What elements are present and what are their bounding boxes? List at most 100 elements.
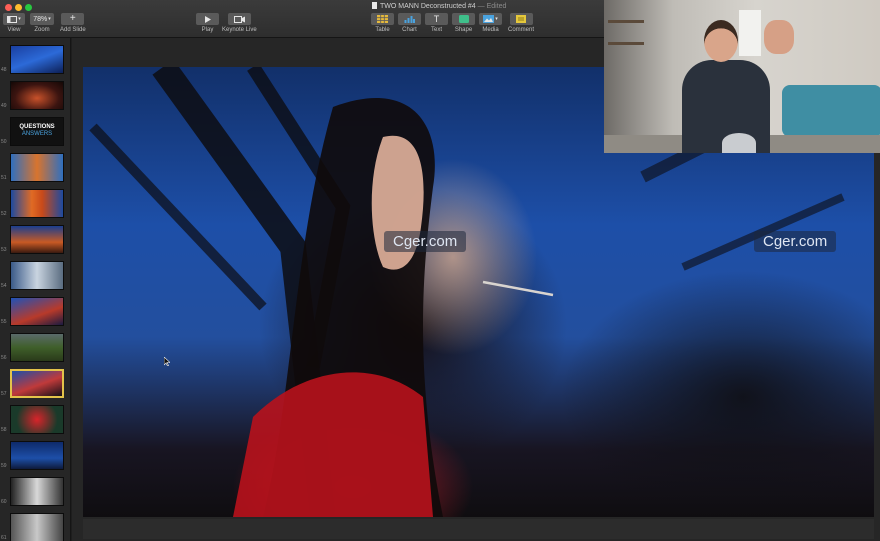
slide-image [10, 441, 64, 470]
document-icon [372, 2, 377, 9]
slide-image [10, 225, 64, 254]
microphone [722, 133, 756, 153]
media-button[interactable]: ▾ [479, 13, 502, 25]
view-control[interactable]: ▾ View [3, 13, 25, 33]
slide-image [10, 261, 64, 290]
shape-control[interactable]: Shape [452, 13, 475, 33]
chart-control[interactable]: Chart [398, 13, 421, 33]
chart-button[interactable] [398, 13, 421, 25]
slide-number: 48 [1, 67, 7, 73]
comment-button[interactable] [509, 13, 533, 25]
slide-image [10, 153, 64, 182]
keynote-live-label: Keynote Live [222, 27, 257, 33]
view-button[interactable]: ▾ [3, 13, 25, 25]
document-title-text: TWO MANN Deconstructed #4 [380, 3, 476, 10]
zoom-window-button[interactable] [25, 4, 32, 11]
shape-button[interactable] [452, 13, 475, 25]
slide-number: 58 [1, 427, 7, 433]
plus-icon: + [69, 13, 76, 24]
play-label: Play [201, 27, 214, 33]
add-slide-button[interactable]: + [61, 13, 85, 25]
slide-thumbnail-56[interactable]: 56 [0, 330, 70, 362]
slide-image [10, 297, 64, 326]
red-dress-shape [233, 372, 433, 517]
media-label: Media [482, 27, 499, 33]
slide-number: 49 [1, 103, 7, 109]
view-label: View [7, 27, 21, 33]
broadcast-icon [233, 15, 245, 23]
play-button[interactable] [196, 13, 219, 25]
slide-number: 57 [1, 391, 7, 397]
keynote-live-control[interactable]: Keynote Live [222, 13, 257, 33]
slide-image: QUESTIONS ANSWERS [10, 117, 64, 146]
wall-shelf [608, 20, 644, 23]
slide-number: 51 [1, 175, 7, 181]
slide-thumbnail-48[interactable]: 48 [0, 42, 70, 74]
slide-thumbnail-54[interactable]: 54 [0, 258, 70, 290]
table-icon [377, 15, 388, 23]
media-control[interactable]: ▾ Media [479, 13, 502, 33]
slide-thumbnail-51[interactable]: 51 [0, 150, 70, 182]
comment-label: Comment [508, 27, 535, 33]
text-label: Text [430, 27, 442, 33]
chevron-down-icon: ▾ [495, 15, 498, 22]
slide-thumbnail-50[interactable]: 50 QUESTIONS ANSWERS [0, 114, 70, 146]
add-slide-control[interactable]: + Add Slide [60, 13, 86, 33]
presenter-head [704, 20, 738, 62]
slide-subtitle: ANSWERS [21, 131, 53, 137]
zoom-label: Zoom [34, 27, 50, 33]
document-title: TWO MANN Deconstructed #4 — Edited [372, 2, 506, 10]
shape-icon [458, 15, 469, 23]
edited-indicator: — Edited [477, 3, 507, 10]
presenter-webcam-overlay [604, 0, 880, 153]
zoom-value: 78% [33, 15, 48, 23]
minimize-window-button[interactable] [15, 4, 22, 11]
slide-number: 53 [1, 247, 7, 253]
slide-thumbnail-57[interactable]: 57 [0, 366, 70, 398]
slide-image [10, 369, 64, 398]
slide-title: QUESTIONS [19, 124, 55, 130]
chart-icon [404, 16, 415, 23]
play-control[interactable]: Play [196, 13, 219, 33]
slide-navigator[interactable]: 48 49 50 QUESTIONS ANSWERS 51 52 53 54 5… [0, 38, 71, 541]
comment-control[interactable]: Comment [508, 13, 534, 33]
keynote-live-button[interactable] [227, 13, 251, 25]
chevron-down-icon: ▾ [48, 15, 51, 22]
keynote-window: TWO MANN Deconstructed #4 — Edited ▾ Vie… [0, 0, 880, 541]
slide-thumbnail-49[interactable]: 49 [0, 78, 70, 110]
slide-thumbnail-60[interactable]: 60 [0, 474, 70, 506]
slide-text: QUESTIONS ANSWERS [11, 118, 63, 138]
slide-thumbnail-61[interactable]: 61 [0, 510, 70, 541]
close-window-button[interactable] [5, 4, 12, 11]
text-button[interactable]: T [425, 13, 448, 25]
slide-thumbnail-53[interactable]: 53 [0, 222, 70, 254]
slide-number: 55 [1, 319, 7, 325]
slide-number: 61 [1, 535, 7, 541]
presenter [678, 18, 778, 153]
text-icon: T [433, 13, 440, 24]
slide-thumbnail-52[interactable]: 52 [0, 186, 70, 218]
zoom-popup-button[interactable]: 78% ▾ [30, 13, 54, 25]
slide-image [10, 45, 64, 74]
slide-thumbnail-59[interactable]: 59 [0, 438, 70, 470]
watermark-left: Cger.com [384, 231, 467, 252]
slide-thumbnail-58[interactable]: 58 [0, 402, 70, 434]
slide-thumbnail-55[interactable]: 55 [0, 294, 70, 326]
slide-number: 52 [1, 211, 7, 217]
zoom-control[interactable]: 78% ▾ Zoom [30, 13, 54, 33]
mouse-cursor-icon [164, 357, 170, 366]
canvas-bottom-bar [83, 519, 874, 539]
add-slide-label: Add Slide [60, 27, 86, 33]
table-label: Table [375, 27, 390, 33]
slide-image [10, 189, 64, 218]
table-control[interactable]: Table [371, 13, 394, 33]
media-icon [483, 15, 495, 23]
shape-label: Shape [454, 27, 473, 33]
text-control[interactable]: T Text [425, 13, 448, 33]
play-icon [205, 15, 211, 23]
presenter-hand [764, 20, 794, 54]
table-button[interactable] [371, 13, 394, 25]
comment-icon [516, 15, 526, 23]
slide-image [10, 405, 64, 434]
slide-image [10, 513, 64, 541]
